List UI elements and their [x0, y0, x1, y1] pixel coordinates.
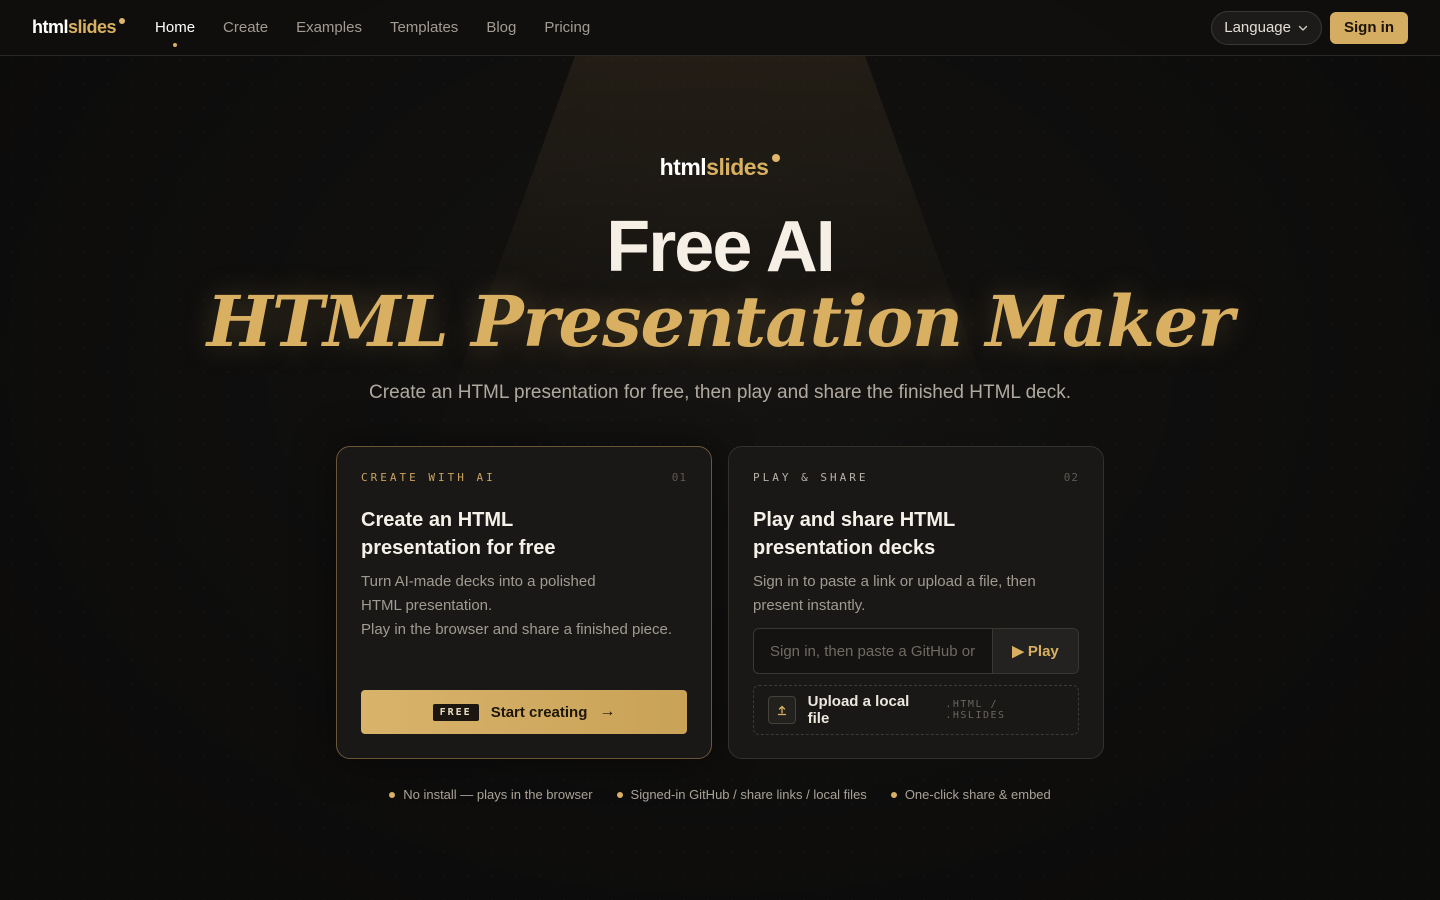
arrow-right-icon: → [599, 703, 616, 720]
bullet-dot [616, 791, 623, 798]
upload-label: Upload a local file [807, 693, 910, 727]
top-nav: html slides Home Create Examples Template… [0, 0, 1440, 56]
hero-logo-text-html: html [659, 154, 707, 180]
logo-text-html: html [32, 17, 69, 37]
play-card-title: Play and share HTML presentation decks [753, 509, 955, 559]
create-card-title: Create an HTML presentation for free [361, 509, 556, 559]
chevron-down-icon [1298, 25, 1308, 31]
play-button[interactable]: ▶ Play [992, 629, 1078, 673]
nav-links: Home Create Examples Templates Blog Pric… [155, 19, 590, 47]
logo-text-slides: slides [68, 17, 117, 37]
hero-logo-dot [772, 154, 781, 162]
hero-subtitle: Create an HTML presentation for free, th… [369, 382, 1071, 403]
feature-label: No install — plays in the browser [403, 787, 593, 802]
nav-link-blog[interactable]: Blog [486, 19, 516, 36]
feature-item: No install — plays in the browser [389, 787, 593, 802]
create-card-description: Turn AI-made decks into a polished HTML … [361, 570, 687, 642]
create-card: CREATE WITH AI 01 Create an HTML present… [336, 446, 712, 759]
start-creating-label: Start creating [490, 703, 588, 721]
nav-link-home[interactable]: Home [155, 19, 195, 47]
create-card-eyebrow: CREATE WITH AI [361, 471, 496, 484]
feature-item: One-click share & embed [890, 787, 1051, 802]
vignette [0, 0, 1440, 900]
feature-label: Signed-in GitHub / share links / local f… [630, 787, 867, 802]
upload-local-file[interactable]: Upload a local file .HTML / .HSLIDES [753, 685, 1079, 735]
dot-grid-background [0, 0, 1440, 900]
hero-logo: html slides [0, 154, 1440, 181]
free-badge: FREE [432, 703, 479, 721]
start-creating-button[interactable]: FREE Start creating → [361, 690, 687, 734]
nav-link-templates[interactable]: Templates [390, 19, 458, 36]
nav-actions: Language Sign in [1211, 10, 1408, 45]
create-card-number: 01 [671, 471, 687, 484]
feature-item: Signed-in GitHub / share links / local f… [616, 787, 867, 802]
sign-in-button[interactable]: Sign in [1330, 11, 1408, 44]
bullet-dot [389, 791, 396, 798]
create-card-desc-line1: Turn AI-made decks into a polished [361, 573, 596, 590]
deck-url-input[interactable] [754, 629, 992, 673]
play-card: PLAY & SHARE 02 Play and share HTML pres… [728, 446, 1104, 759]
create-card-desc-line3: Play in the browser and share a finished… [361, 621, 673, 638]
bullet-dot [890, 791, 897, 798]
url-input-row: ▶ Play [753, 628, 1079, 674]
language-dropdown[interactable]: Language [1211, 10, 1322, 45]
logo-dot [119, 18, 126, 24]
nav-logo[interactable]: html slides [32, 17, 126, 38]
language-label: Language [1224, 19, 1291, 36]
nav-link-examples[interactable]: Examples [296, 19, 362, 36]
feature-label: One-click share & embed [904, 787, 1051, 802]
hero-title-line1: Free AI [606, 207, 835, 287]
hero-logo-text-slides: slides [706, 154, 769, 180]
play-card-eyebrow: PLAY & SHARE [753, 471, 869, 484]
feature-list: No install — plays in the browser Signed… [0, 787, 1440, 802]
upload-extensions: .HTML / .HSLIDES [945, 699, 1006, 721]
nav-link-pricing[interactable]: Pricing [544, 19, 590, 36]
play-card-description: Sign in to paste a link or upload a file… [753, 573, 1036, 614]
nav-link-create[interactable]: Create [223, 19, 268, 36]
upload-icon [768, 696, 796, 724]
upload-arrow-glyph [777, 705, 786, 716]
play-card-number: 02 [1063, 471, 1079, 484]
create-card-desc-line2: HTML presentation. [361, 597, 493, 614]
hero-title-line2: HTML Presentation Maker [206, 280, 1235, 363]
